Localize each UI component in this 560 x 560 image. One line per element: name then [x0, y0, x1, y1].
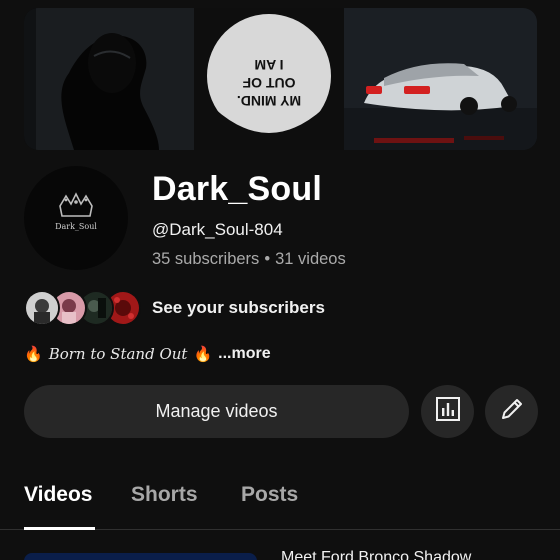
channel-stats: 35 subscribers • 31 videos	[152, 250, 346, 269]
banner-text-line-1: I AM	[254, 57, 283, 73]
subscriber-avatars	[24, 290, 142, 326]
subscriber-count: 35 subscribers	[152, 250, 260, 268]
stats-separator: •	[264, 250, 271, 268]
video-thumbnail[interactable]	[24, 553, 257, 560]
tab-videos[interactable]: Videos	[24, 483, 92, 507]
manage-videos-button[interactable]: Manage videos	[24, 385, 409, 438]
tab-posts[interactable]: Posts	[241, 483, 298, 507]
channel-name: Dark_Soul	[152, 170, 322, 208]
video-title[interactable]: Meet Ford Bronco Shadow...	[281, 549, 560, 560]
channel-tabs: Videos Shorts Posts	[0, 468, 560, 530]
avatar-label: Dark_Soul	[55, 222, 97, 231]
fire-icon: 🔥	[193, 346, 213, 363]
subscriber-avatar	[24, 290, 60, 326]
channel-banner: I AM OUT OF MY MIND.	[24, 8, 537, 150]
see-subscribers-row[interactable]: See your subscribers	[24, 289, 325, 327]
tab-shorts[interactable]: Shorts	[131, 483, 198, 507]
channel-handle: @Dark_Soul-804	[152, 220, 283, 239]
channel-description[interactable]: 🔥 Born to Stand Out 🔥 ...more	[24, 345, 271, 363]
pencil-icon	[498, 395, 526, 428]
analytics-button[interactable]	[421, 385, 474, 438]
see-subscribers-link[interactable]: See your subscribers	[152, 298, 325, 318]
description-text: Born to Stand Out	[48, 345, 188, 363]
edit-channel-button[interactable]	[485, 385, 538, 438]
more-link[interactable]: ...more	[218, 345, 270, 363]
active-tab-indicator	[24, 527, 95, 530]
banner-text-line-3: MY MIND.	[237, 93, 301, 109]
video-count: 31 videos	[275, 250, 346, 268]
bar-chart-icon	[435, 396, 461, 427]
channel-avatar[interactable]: Dark_Soul	[24, 166, 128, 270]
banner-text-line-2: OUT OF	[242, 75, 295, 91]
fire-icon: 🔥	[24, 346, 43, 363]
